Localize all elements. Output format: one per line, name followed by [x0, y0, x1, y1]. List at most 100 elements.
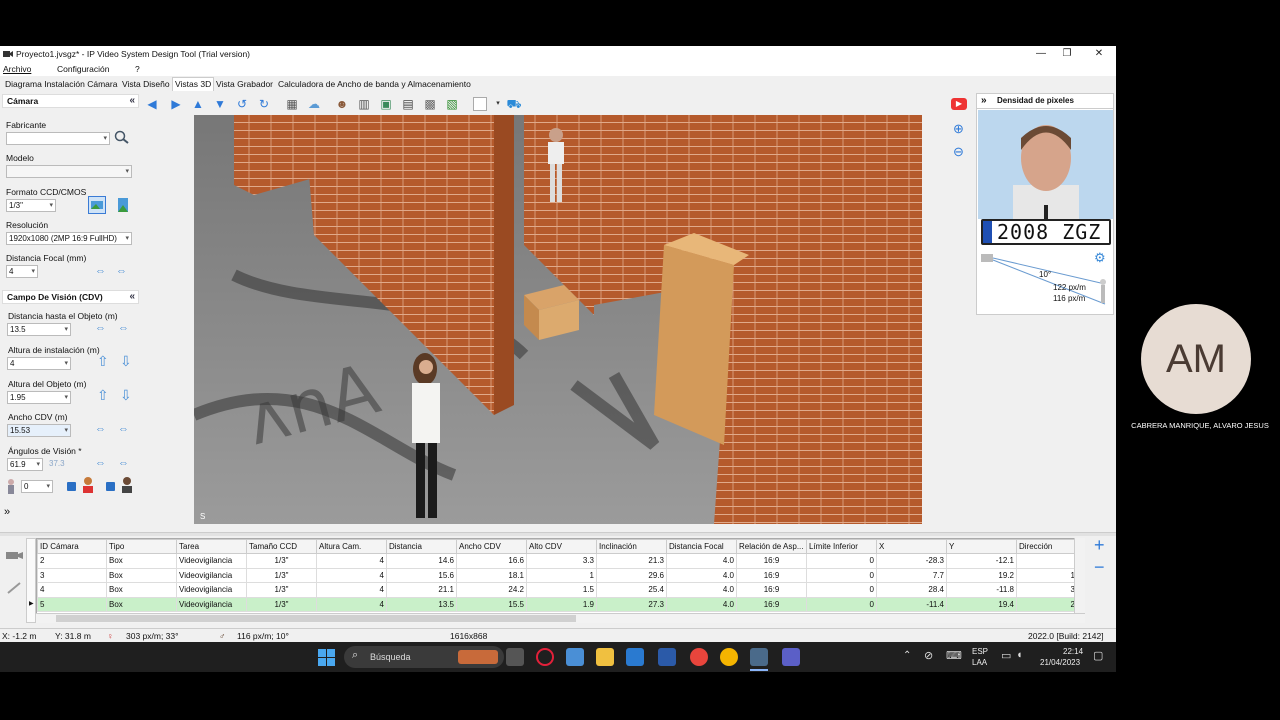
table-cell[interactable]: 1 [1016, 567, 1078, 583]
rotate-right-icon[interactable]: ↻ [255, 95, 273, 113]
table-cell[interactable]: 1.5 [526, 582, 597, 598]
arrow-up-icon[interactable]: ▲ [189, 95, 207, 113]
rotate-left-icon[interactable]: ↺ [233, 95, 251, 113]
tab-vistas-3d[interactable]: Vistas 3D [172, 77, 215, 91]
maximize-button[interactable]: ❐ [1052, 46, 1082, 62]
table-cell[interactable]: 1.9 [526, 596, 597, 612]
file-explorer-icon[interactable] [596, 648, 614, 666]
table-vscroll[interactable] [1074, 538, 1085, 613]
persons-select[interactable]: 0 ▾ [21, 480, 53, 493]
close-button[interactable]: ✕ [1084, 46, 1114, 62]
column-header[interactable]: X [876, 539, 947, 554]
teams-icon[interactable] [782, 648, 800, 666]
clock-date[interactable]: 21/04/2023 [1040, 658, 1080, 667]
column-header[interactable]: Tipo [106, 539, 177, 554]
table-cell[interactable]: 16.6 [456, 553, 527, 569]
task-view-icon[interactable] [506, 648, 524, 666]
table-cell[interactable]: 3.3 [526, 553, 597, 569]
table-cell[interactable]: Box [106, 596, 177, 612]
column-header[interactable]: Alto CDV [526, 539, 597, 554]
column-header[interactable]: Tamaño CCD [246, 539, 317, 554]
tree-icon[interactable]: ▧ [443, 95, 461, 113]
color-picker[interactable] [473, 97, 487, 111]
altura-obj-input[interactable]: 1.95 ▾ [7, 391, 71, 404]
portrait-icon[interactable] [116, 196, 130, 214]
focal-increase-icon[interactable]: ⇔ [116, 265, 127, 277]
hscroll-thumb[interactable] [56, 615, 576, 622]
camera-list-icon[interactable] [4, 548, 24, 564]
table-cell[interactable]: 1/3" [246, 553, 317, 569]
table-cell[interactable]: 16:9 [736, 582, 807, 598]
table-cell[interactable]: -28.3 [876, 553, 947, 569]
arrow-down-icon[interactable]: ▼ [211, 95, 229, 113]
table-row[interactable]: 4 Box Videovigilancia 1/3" 4 21.1 24.2 1.5 25.4 4… [37, 582, 1078, 598]
column-header[interactable]: Relación de Asp... [736, 539, 807, 554]
shelf-icon[interactable]: ▥ [355, 95, 373, 113]
column-header[interactable]: Dirección [1016, 539, 1078, 554]
ancho-input[interactable]: 15.53 ▾ [7, 424, 71, 437]
table-hscroll[interactable] [36, 613, 1085, 623]
keyboard-icon[interactable]: ⌨ [946, 649, 962, 662]
table-row[interactable]: 5 Box Videovigilancia 1/3" 4 13.5 15.5 1.9 27.3 4… [37, 596, 1078, 612]
group-icon[interactable]: ▤ [399, 95, 417, 113]
table-cell[interactable]: 21.3 [596, 553, 667, 569]
volume-icon[interactable]: ◖ [1016, 649, 1023, 661]
table-cell[interactable]: 21.1 [386, 582, 457, 598]
table-cell[interactable]: 29.6 [596, 567, 667, 583]
table-cell[interactable]: Videovigilancia [176, 553, 247, 569]
search-icon[interactable] [113, 129, 131, 145]
table-cell[interactable]: 1/3" [246, 596, 317, 612]
resolucion-select[interactable]: 1920x1080 (2MP 16:9 FullHD) ▾ [6, 232, 132, 245]
table-cell[interactable]: 19.2 [946, 567, 1017, 583]
figure-icon[interactable]: ▩ [421, 95, 439, 113]
settings-gear-icon[interactable]: ⚙ [1094, 250, 1106, 266]
table-cell[interactable]: 2 [37, 553, 107, 569]
lang-primary[interactable]: ESP [972, 647, 988, 656]
table-row[interactable]: 3 Box Videovigilancia 1/3" 4 15.6 18.1 1 29.6 4.0… [37, 567, 1078, 583]
menu-configuracion[interactable]: Configuración [57, 64, 109, 74]
table-cell[interactable]: 3 [37, 567, 107, 583]
tab-diagrama[interactable]: Diagrama Instalación Cámara [5, 79, 117, 89]
focal-decrease-icon[interactable]: ⇔ [95, 265, 106, 277]
table-cell[interactable]: Box [106, 582, 177, 598]
table-cell[interactable]: 19.4 [946, 596, 1017, 612]
notepad-icon[interactable] [626, 648, 644, 666]
menu-help[interactable]: ? [135, 64, 140, 74]
splitter[interactable] [0, 532, 1116, 536]
table-cell[interactable]: 15.5 [456, 596, 527, 612]
column-header[interactable]: Tarea [176, 539, 247, 554]
cloud-icon[interactable]: ☁ [305, 95, 323, 113]
chrome-icon-1[interactable] [690, 648, 708, 666]
table-cell[interactable]: 4.0 [666, 553, 737, 569]
table-cell[interactable]: 4 [316, 553, 387, 569]
table-cell[interactable]: 5 [37, 596, 107, 612]
table-cell[interactable]: 13.5 [386, 596, 457, 612]
remove-camera-button[interactable]: − [1094, 558, 1105, 576]
car-icon[interactable]: ⛟ [505, 95, 523, 113]
3d-scene[interactable]: ʌnA S [194, 115, 922, 524]
table-cell[interactable]: Box [106, 553, 177, 569]
table-cell[interactable]: 4 [316, 582, 387, 598]
column-header[interactable]: Ancho CDV [456, 539, 527, 554]
table-cell[interactable]: 1 [526, 567, 597, 583]
modelo-select[interactable]: ▾ [6, 165, 132, 178]
angulo-decrease-icon[interactable]: ⇔ [95, 457, 106, 469]
app-icon-1[interactable] [566, 648, 584, 666]
collapse-icon[interactable]: « [129, 95, 135, 107]
column-header[interactable]: Distancia [386, 539, 457, 554]
expand-panel-icon[interactable]: » [4, 506, 10, 518]
tab-vista-diseno[interactable]: Vista Diseño [122, 79, 170, 89]
table-cell[interactable]: -11.8 [946, 582, 1017, 598]
table-cell[interactable]: Videovigilancia [176, 567, 247, 583]
tab-vista-grabador[interactable]: Vista Grabador [216, 79, 273, 89]
table-cell[interactable]: 0 [806, 553, 877, 569]
table-cell[interactable]: 18.1 [456, 567, 527, 583]
column-header[interactable]: Inclinación [596, 539, 667, 554]
clock-time[interactable]: 22:14 [1063, 647, 1083, 656]
altura-inst-input[interactable]: 4 ▾ [7, 357, 71, 370]
table-cell[interactable]: 4.0 [666, 596, 737, 612]
camera-panel-header[interactable]: Cámara « [2, 94, 139, 108]
zoom-out-icon[interactable]: ⊖ [953, 144, 964, 160]
lang-secondary[interactable]: LAA [972, 658, 987, 667]
ancho-decrease-icon[interactable]: ⇔ [95, 423, 106, 435]
